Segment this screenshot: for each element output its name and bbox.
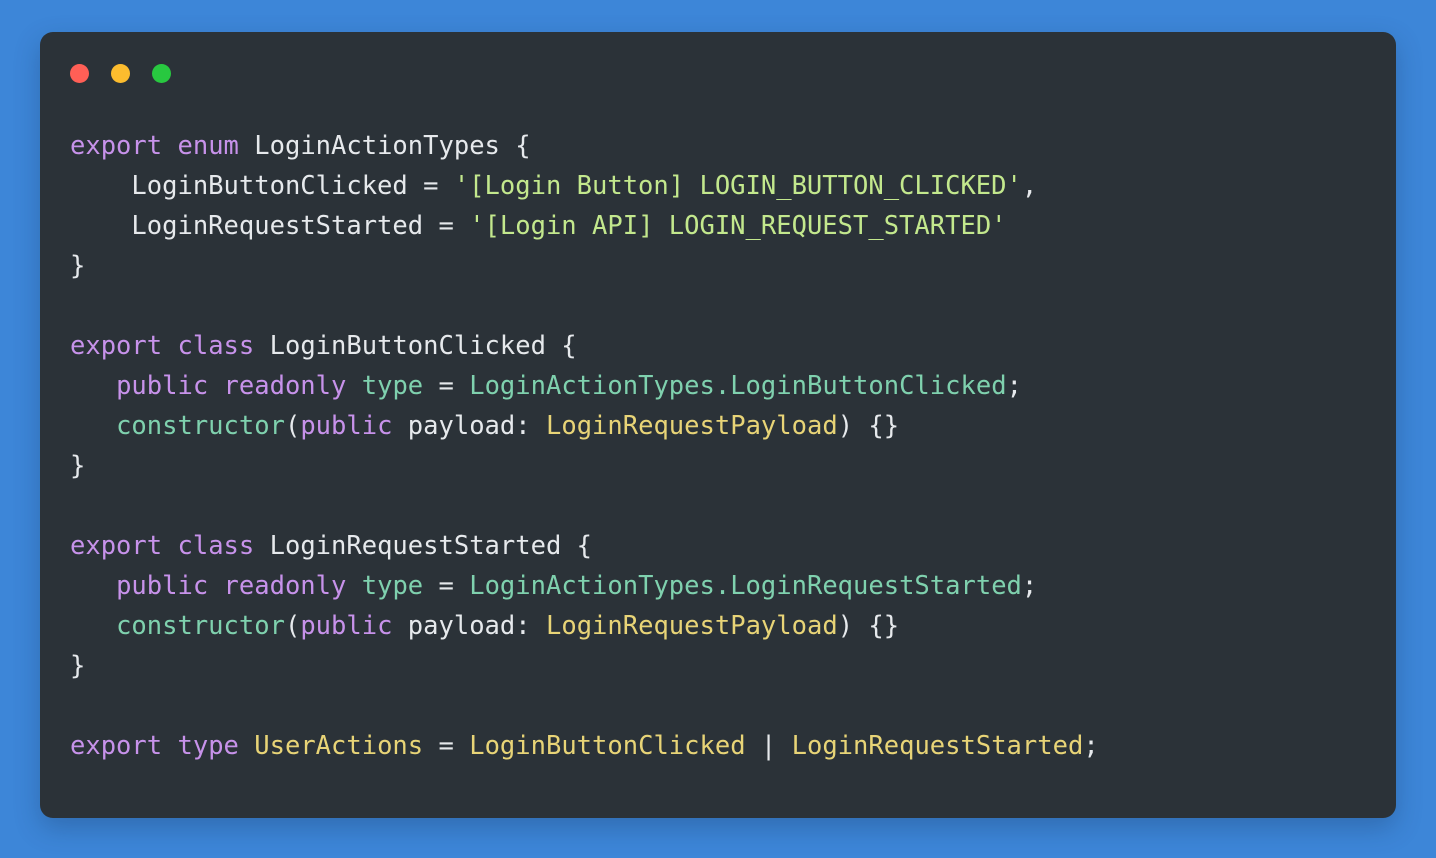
code-line: export type UserActions = LoginButtonCli… (70, 726, 1376, 766)
code-token: , (1021, 171, 1038, 201)
code-token: UserActions (254, 731, 424, 761)
maximize-button[interactable] (152, 64, 171, 83)
code-token: class (177, 331, 255, 361)
code-token: readonly (223, 571, 347, 601)
code-token: export (70, 131, 163, 161)
code-token: public (300, 611, 393, 641)
code-token: LoginButtonClicked (469, 731, 746, 761)
screenshot-root: export enum LoginActionTypes { LoginButt… (0, 0, 1436, 858)
code-token: : (515, 411, 546, 441)
code-token: { (561, 531, 593, 561)
code-token: LoginRequestStarted (791, 731, 1084, 761)
code-line: LoginButtonClicked = '[Login Button] LOG… (70, 166, 1376, 206)
code-token: LoginRequestPayload (545, 411, 838, 441)
code-token: type (361, 571, 424, 601)
code-line: public readonly type = LoginActionTypes.… (70, 566, 1376, 606)
code-window-card: export enum LoginActionTypes { LoginButt… (40, 32, 1396, 818)
code-token: type (361, 371, 424, 401)
code-line: } (70, 646, 1376, 686)
code-token: class (177, 531, 255, 561)
code-line: public readonly type = LoginActionTypes.… (70, 366, 1376, 406)
code-token: | (745, 731, 792, 761)
code-line: constructor(public payload: LoginRequest… (70, 406, 1376, 446)
code-token: LoginActionTypes.LoginButtonClicked (469, 371, 1007, 401)
code-token: { (545, 331, 577, 361)
code-token: LoginButtonClicked (131, 171, 408, 201)
code-token: ) {} (837, 411, 900, 441)
code-token: } (70, 251, 86, 281)
code-token: LoginRequestPayload (545, 611, 838, 641)
code-token: LoginActionTypes (254, 131, 500, 161)
code-token: = (423, 211, 470, 241)
window-titlebar (70, 64, 171, 83)
code-line: } (70, 246, 1376, 286)
code-token: readonly (223, 371, 347, 401)
code-token: constructor (116, 411, 285, 441)
code-token: type (177, 731, 239, 761)
code-token: enum (177, 131, 239, 161)
code-token: ( (284, 411, 301, 441)
code-token: LoginButtonClicked (269, 331, 546, 361)
code-token: ( (284, 611, 301, 641)
code-token: LoginRequestStarted (269, 531, 562, 561)
code-token: = (423, 371, 470, 401)
code-token: public (300, 411, 393, 441)
code-token: } (70, 451, 86, 481)
code-token: { (499, 131, 531, 161)
code-token: : (515, 611, 546, 641)
code-line: export enum LoginActionTypes { (70, 126, 1376, 166)
code-token: public (116, 371, 209, 401)
code-token: export (70, 331, 163, 361)
code-token: constructor (116, 611, 285, 641)
code-token: LoginRequestStarted (131, 211, 424, 241)
code-token: public (116, 571, 209, 601)
code-token: ; (1021, 571, 1038, 601)
code-token: payload (407, 411, 516, 441)
code-token: = (423, 731, 470, 761)
code-token: export (70, 531, 163, 561)
code-token: ) {} (837, 611, 900, 641)
code-token: '[Login API] LOGIN_REQUEST_STARTED' (469, 211, 1007, 241)
code-line: export class LoginButtonClicked { (70, 326, 1376, 366)
code-line: LoginRequestStarted = '[Login API] LOGIN… (70, 206, 1376, 246)
code-token: export (70, 731, 163, 761)
code-token: = (407, 171, 454, 201)
code-token: LoginActionTypes.LoginRequestStarted (469, 571, 1022, 601)
code-token: '[Login Button] LOGIN_BUTTON_CLICKED' (453, 171, 1022, 201)
code-token: } (70, 651, 86, 681)
code-token: ; (1006, 371, 1022, 401)
code-token: ; (1083, 731, 1099, 761)
minimize-button[interactable] (111, 64, 130, 83)
code-line: } (70, 446, 1376, 486)
code-line: export class LoginRequestStarted { (70, 526, 1376, 566)
close-button[interactable] (70, 64, 89, 83)
code-token: payload (407, 611, 516, 641)
code-token: = (423, 571, 470, 601)
code-line: constructor(public payload: LoginRequest… (70, 606, 1376, 646)
code-block: export enum LoginActionTypes { LoginButt… (70, 126, 1376, 766)
